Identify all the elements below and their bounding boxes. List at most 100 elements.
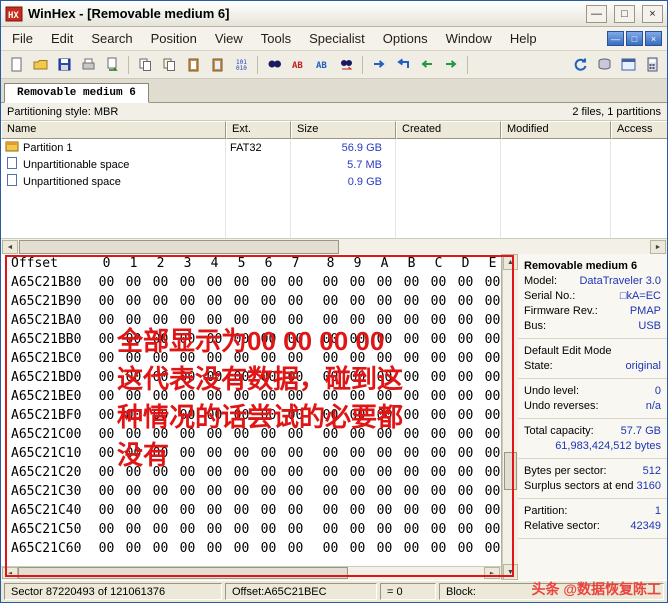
- hex-byte[interactable]: 00: [93, 406, 120, 425]
- hex-byte[interactable]: 00: [174, 482, 201, 501]
- hex-byte[interactable]: 00: [282, 463, 309, 482]
- hex-byte[interactable]: 00: [147, 368, 174, 387]
- binary-convert-icon[interactable]: 101 010: [230, 54, 252, 76]
- hex-byte[interactable]: 00: [147, 520, 174, 539]
- hex-byte[interactable]: 00: [425, 292, 452, 311]
- hex-byte[interactable]: 00: [228, 463, 255, 482]
- hex-byte[interactable]: 00: [425, 273, 452, 292]
- scroll-left-arrow-icon[interactable]: ◄: [2, 240, 18, 254]
- hex-byte[interactable]: 00: [452, 311, 479, 330]
- hex-byte[interactable]: 00: [452, 349, 479, 368]
- hex-byte[interactable]: 00: [371, 425, 398, 444]
- hex-byte[interactable]: 00: [398, 463, 425, 482]
- hex-byte[interactable]: 00: [425, 406, 452, 425]
- hex-byte[interactable]: 00: [228, 368, 255, 387]
- hex-byte[interactable]: 00: [147, 482, 174, 501]
- open-folder-icon[interactable]: [29, 54, 51, 76]
- hex-byte[interactable]: 00: [317, 349, 344, 368]
- hex-byte[interactable]: 00: [317, 387, 344, 406]
- hex-byte[interactable]: 00: [479, 501, 501, 520]
- hex-byte[interactable]: 00: [147, 311, 174, 330]
- hex-byte[interactable]: 00: [147, 539, 174, 558]
- hex-byte[interactable]: 00: [317, 501, 344, 520]
- hex-byte[interactable]: 00: [479, 349, 501, 368]
- hex-byte[interactable]: 00: [255, 444, 282, 463]
- hex-byte[interactable]: 00: [344, 349, 371, 368]
- hex-byte[interactable]: 00: [317, 520, 344, 539]
- hex-scroll-right-arrow-icon[interactable]: ►: [484, 567, 500, 579]
- hex-byte[interactable]: 00: [147, 292, 174, 311]
- hex-byte[interactable]: 00: [398, 539, 425, 558]
- hex-byte[interactable]: 00: [344, 444, 371, 463]
- window-close-button[interactable]: ×: [642, 4, 663, 23]
- hex-byte[interactable]: 00: [255, 482, 282, 501]
- hex-byte[interactable]: 00: [201, 539, 228, 558]
- hex-byte[interactable]: 00: [93, 292, 120, 311]
- tab-removable-medium-6[interactable]: Removable medium 6: [4, 83, 149, 103]
- hex-byte[interactable]: 00: [452, 463, 479, 482]
- hex-byte[interactable]: 00: [93, 482, 120, 501]
- hex-byte[interactable]: 00: [452, 273, 479, 292]
- hex-byte[interactable]: 00: [371, 349, 398, 368]
- hex-byte[interactable]: 00: [282, 311, 309, 330]
- hex-byte[interactable]: 00: [479, 273, 501, 292]
- hex-byte[interactable]: 00: [255, 425, 282, 444]
- hex-byte[interactable]: 00: [228, 311, 255, 330]
- hex-byte[interactable]: 00: [255, 368, 282, 387]
- hex-byte[interactable]: 00: [452, 330, 479, 349]
- column-header-created[interactable]: Created: [396, 121, 501, 139]
- hex-byte[interactable]: 00: [120, 444, 147, 463]
- hex-byte[interactable]: 00: [398, 330, 425, 349]
- window-maximize-button[interactable]: □: [614, 4, 635, 23]
- hex-byte[interactable]: 00: [120, 520, 147, 539]
- hex-byte[interactable]: 00: [201, 425, 228, 444]
- hex-byte[interactable]: 00: [425, 482, 452, 501]
- hex-byte[interactable]: 00: [93, 463, 120, 482]
- clipboard-view-icon[interactable]: [206, 54, 228, 76]
- hex-byte[interactable]: 00: [317, 273, 344, 292]
- hex-byte[interactable]: 00: [371, 273, 398, 292]
- hex-byte[interactable]: 00: [398, 368, 425, 387]
- hex-byte[interactable]: 00: [174, 311, 201, 330]
- hex-byte[interactable]: 00: [425, 444, 452, 463]
- hex-byte[interactable]: 00: [174, 463, 201, 482]
- menu-item-window[interactable]: Window: [437, 29, 501, 48]
- hex-byte[interactable]: 00: [228, 330, 255, 349]
- hex-byte[interactable]: 00: [120, 368, 147, 387]
- hex-byte[interactable]: 00: [174, 368, 201, 387]
- column-header-name[interactable]: Name: [1, 121, 226, 139]
- hex-byte[interactable]: 00: [371, 463, 398, 482]
- hex-byte[interactable]: 00: [228, 292, 255, 311]
- hex-byte[interactable]: 00: [317, 425, 344, 444]
- hex-byte[interactable]: 00: [120, 311, 147, 330]
- hex-byte[interactable]: 00: [479, 387, 501, 406]
- hex-byte[interactable]: 00: [120, 349, 147, 368]
- hex-byte[interactable]: 00: [147, 349, 174, 368]
- hex-byte[interactable]: 00: [255, 539, 282, 558]
- hex-byte[interactable]: 00: [452, 501, 479, 520]
- hex-byte[interactable]: 00: [201, 368, 228, 387]
- hex-byte[interactable]: 00: [398, 349, 425, 368]
- print-icon[interactable]: [77, 54, 99, 76]
- hex-byte[interactable]: 00: [147, 406, 174, 425]
- hex-byte[interactable]: 00: [201, 444, 228, 463]
- hex-byte[interactable]: 00: [174, 349, 201, 368]
- hex-byte[interactable]: 00: [120, 425, 147, 444]
- hex-byte[interactable]: 00: [282, 406, 309, 425]
- menu-item-view[interactable]: View: [206, 29, 252, 48]
- hex-byte[interactable]: 00: [371, 444, 398, 463]
- hex-byte[interactable]: 00: [228, 387, 255, 406]
- new-document-icon[interactable]: [5, 54, 27, 76]
- hscroll-thumb[interactable]: [19, 240, 339, 254]
- export-icon[interactable]: [101, 54, 123, 76]
- hex-byte[interactable]: 00: [425, 311, 452, 330]
- hex-byte[interactable]: 00: [425, 520, 452, 539]
- hex-byte[interactable]: 00: [201, 520, 228, 539]
- calculator-icon[interactable]: [641, 54, 663, 76]
- hex-byte[interactable]: 00: [479, 368, 501, 387]
- hex-byte[interactable]: 00: [425, 463, 452, 482]
- hex-byte[interactable]: 00: [201, 501, 228, 520]
- hex-byte[interactable]: 00: [174, 330, 201, 349]
- hex-byte[interactable]: 00: [93, 425, 120, 444]
- hex-byte[interactable]: 00: [201, 292, 228, 311]
